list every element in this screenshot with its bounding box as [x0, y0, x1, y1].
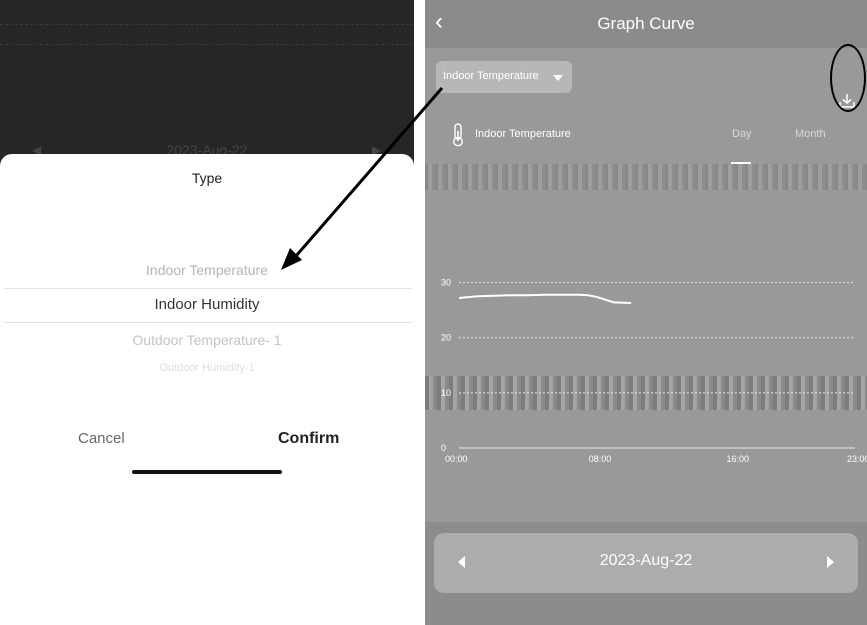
x-tick-label: 08:00	[589, 454, 612, 464]
background-chart-area: 2023-Aug-22 ◀ ▶	[0, 0, 414, 165]
graph-curve-screen: ‹ Graph Curve Indoor Temperature Indoor …	[425, 0, 867, 625]
date-navigator: 2023-Aug-22	[434, 533, 858, 593]
y-tick-label: 30	[441, 278, 451, 288]
cancel-button[interactable]: Cancel	[78, 430, 125, 447]
picker-option[interactable]: Outdoor Temperature- 1	[0, 332, 414, 348]
type-picker-screen: 2023-Aug-22 ◀ ▶ Type Indoor Temperature …	[0, 0, 414, 625]
triangle-right-icon[interactable]	[827, 556, 834, 568]
series-line	[458, 293, 632, 304]
grid-line	[0, 24, 414, 25]
picker-title: Type	[191, 170, 223, 186]
picker-sheet: Type Indoor Temperature Indoor Humidity …	[0, 154, 414, 625]
footer-date: 2023-Aug-22	[599, 552, 693, 569]
grid-line	[0, 44, 414, 45]
annotation-circle	[830, 44, 866, 112]
y-tick-label: 10	[441, 388, 451, 398]
x-tick-label: 23:00	[847, 454, 867, 464]
selection-divider	[4, 288, 412, 289]
picker-option[interactable]: Indoor Temperature	[0, 262, 414, 278]
picker-option[interactable]: Outdoor Humidity-1	[0, 362, 414, 374]
y-tick-label: 0	[441, 443, 446, 453]
selection-divider	[4, 322, 412, 323]
y-tick-label: 20	[441, 333, 451, 343]
x-tick-label: 16:00	[726, 454, 749, 464]
temperature-chart: 0 10 20 30 00:00 08:00 16:00 23:00	[441, 278, 867, 464]
home-indicator	[132, 470, 282, 474]
x-tick-label: 00:00	[445, 454, 468, 464]
confirm-button[interactable]: Confirm	[278, 430, 339, 448]
picker-option-selected[interactable]: Indoor Humidity	[0, 296, 414, 313]
